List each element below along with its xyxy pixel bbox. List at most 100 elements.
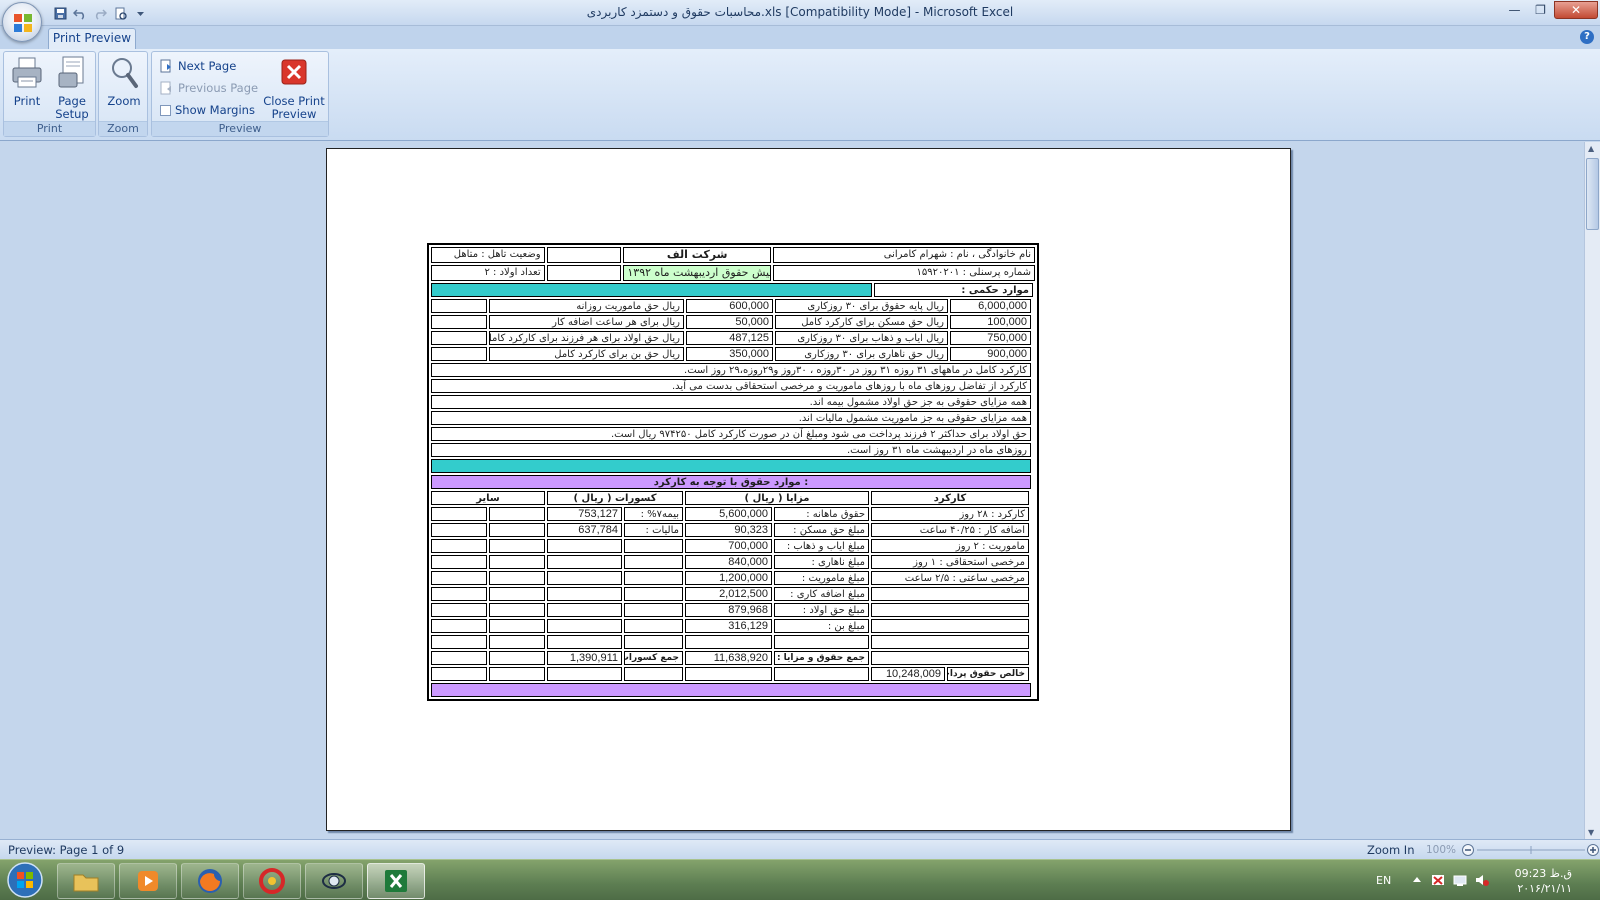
- other-cell-a: [431, 619, 487, 633]
- scroll-down-icon[interactable]: ▼: [1588, 828, 1594, 837]
- legal-right-value: 900,000: [950, 347, 1031, 361]
- legal-right-value: 100,000: [950, 315, 1031, 329]
- total-benefits-value: 11,638,920: [685, 651, 772, 665]
- taskbar-firefox[interactable]: [181, 863, 239, 899]
- calc-row: 753,127 بیمه۷% :5,600,000 حقوق ماهانه : کار…: [429, 507, 1037, 523]
- network-icon[interactable]: [1452, 872, 1468, 888]
- zoom-label: Zoom: [107, 94, 141, 108]
- close-button[interactable]: ✕: [1554, 1, 1598, 19]
- language-indicator[interactable]: EN: [1376, 874, 1391, 887]
- benefit-label: مبلغ ماموریت :: [774, 571, 869, 585]
- legal-right-value: 750,000: [950, 331, 1031, 345]
- page-setup-button[interactable]: Page Setup: [50, 55, 94, 121]
- print-button[interactable]: Print: [7, 55, 47, 108]
- show-margins-box[interactable]: [160, 104, 171, 116]
- note-text: حق اولاد برای حداکثر ۲ فرزند پرداخت می ش…: [431, 427, 1031, 441]
- taskbar: EN 09:23 ق.ظ ۲۰۱۶/۲۱/۱۱: [0, 859, 1600, 900]
- benefit-label: مبلغ حق اولاد :: [774, 603, 869, 617]
- office-button[interactable]: [2, 2, 42, 42]
- tab-print-preview[interactable]: Print Preview: [48, 28, 136, 49]
- note-row: همه مزایای حقوقی به جز ماموریت مشمول مال…: [429, 411, 1037, 427]
- office-logo-icon: [14, 14, 32, 32]
- clock-date[interactable]: ۲۰۱۶/۲۱/۱۱: [1517, 882, 1572, 895]
- taskbar-explorer[interactable]: [57, 863, 115, 899]
- attendance-cell: مرخصی ساعتی : ۲/۵ ساعت: [871, 571, 1029, 585]
- maximize-button[interactable]: ❐: [1528, 1, 1553, 19]
- legal-left-value: 600,000: [686, 299, 773, 313]
- benefit-label: مبلغ ناهاری :: [774, 555, 869, 569]
- scroll-up-icon[interactable]: ▲: [1588, 144, 1594, 153]
- note-row: کارکرد از تفاضل روزهای ماه با روزهای مام…: [429, 379, 1037, 395]
- deduction-value: [547, 571, 622, 585]
- calc-row: [429, 635, 1037, 651]
- print-group: Print Page Setup Print: [3, 51, 96, 137]
- action-center-icon[interactable]: [1430, 872, 1446, 888]
- taskbar-network-tool[interactable]: [305, 863, 363, 899]
- help-icon[interactable]: ?: [1580, 30, 1594, 44]
- benefit-label: [774, 635, 869, 649]
- other-cell-b: [489, 523, 545, 537]
- other-cell-b: [489, 619, 545, 633]
- vertical-scrollbar[interactable]: ▲ ▼: [1584, 142, 1600, 839]
- children-count: تعداد اولاد : ۲: [431, 265, 545, 281]
- benefit-label: مبلغ حق مسکن :: [774, 523, 869, 537]
- volume-muted-icon[interactable]: [1474, 872, 1490, 888]
- ribbon-tab-row: Print Preview ?: [0, 26, 1600, 49]
- minimize-button[interactable]: —: [1502, 1, 1527, 19]
- note-row: کارکرد کامل در ماههای ۳۱ روزه ۳۱ روز در …: [429, 363, 1037, 379]
- title-bar: محاسبات حقوق و دستمزد کاربردی.xls [Compa…: [0, 0, 1600, 26]
- deduction-value: [547, 539, 622, 553]
- empty-cell: [871, 651, 1029, 665]
- note-text: روزهای ماه در اردیبهشت ماه ۳۱ روز است.: [431, 443, 1031, 457]
- window-controls: — ❐ ✕: [1502, 1, 1598, 19]
- marital-status: وضعیت تاهل : متاهل: [431, 247, 545, 263]
- deduction-value: [547, 603, 622, 617]
- other-cell-a: [431, 555, 487, 569]
- close-print-preview-button[interactable]: Close Print Preview: [261, 55, 327, 121]
- taskbar-excel[interactable]: [367, 863, 425, 899]
- deduction-label: مالیات :: [624, 523, 683, 537]
- calc-row: 879,968 مبلغ حق اولاد :: [429, 603, 1037, 619]
- empty-cell: [431, 331, 487, 345]
- note-row: روزهای ماه در اردیبهشت ماه ۳۱ روز است.: [429, 443, 1037, 459]
- zoom-button[interactable]: Zoom: [102, 55, 146, 108]
- clock-time[interactable]: 09:23 ق.ظ: [1515, 867, 1572, 880]
- total-deductions-label: جمع کسورات :: [624, 651, 683, 665]
- other-cell-a: [431, 507, 487, 521]
- empty-cell: [489, 667, 545, 681]
- teal-band: [431, 459, 1031, 473]
- legal-heading: موارد حکمی :: [874, 283, 1033, 297]
- start-button[interactable]: [3, 860, 47, 900]
- show-margins-checkbox[interactable]: Show Margins: [160, 101, 255, 119]
- attendance-cell: [871, 635, 1029, 649]
- employee-name: نام خانوادگی ، نام : شهرام کامرانی: [772, 247, 1035, 263]
- zoom-in-button[interactable]: Zoom In: [1367, 843, 1415, 857]
- preview-status: Preview: Page 1 of 9: [8, 843, 125, 857]
- zoom-percent[interactable]: 100%: [1426, 844, 1456, 856]
- next-page-button[interactable]: Next Page: [160, 57, 236, 75]
- attendance-cell: مرخصی استحقاقی : ۱ روز: [871, 555, 1029, 569]
- scroll-thumb[interactable]: [1586, 158, 1599, 230]
- note-text: همه مزایای حقوقی به جز ماموریت مشمول مال…: [431, 411, 1031, 425]
- taskbar-app-red[interactable]: [243, 863, 301, 899]
- taskbar-media-player[interactable]: [119, 863, 177, 899]
- magnifier-icon: [112, 58, 138, 88]
- total-benefits-label: جمع حقوق و مزایا :: [774, 651, 869, 665]
- empty-cell: [546, 265, 622, 281]
- print-group-label: Print: [4, 121, 95, 136]
- show-hidden-icons-icon[interactable]: [1412, 875, 1422, 885]
- empty-cell: [489, 651, 545, 665]
- deduction-value: [547, 587, 622, 601]
- slip-title: فیش حقوق اردیبهشت ماه ۱۳۹۲: [623, 265, 771, 281]
- other-cell-a: [431, 603, 487, 617]
- previous-page-button[interactable]: Previous Page: [160, 79, 258, 97]
- next-page-label: Next Page: [178, 59, 237, 73]
- benefit-value: 90,323: [685, 523, 772, 537]
- net-pay-value: 10,248,009: [871, 667, 945, 681]
- ribbon: Print Page Setup Print Zoom Zoom Next Pa…: [0, 49, 1600, 141]
- zoom-slider[interactable]: [1461, 844, 1600, 856]
- net-pay-label: خالص حقوق پرداختی :: [947, 667, 1029, 681]
- page-setup-label-2: Setup: [55, 107, 89, 121]
- empty-cell: [431, 315, 487, 329]
- next-page-icon: [160, 59, 171, 73]
